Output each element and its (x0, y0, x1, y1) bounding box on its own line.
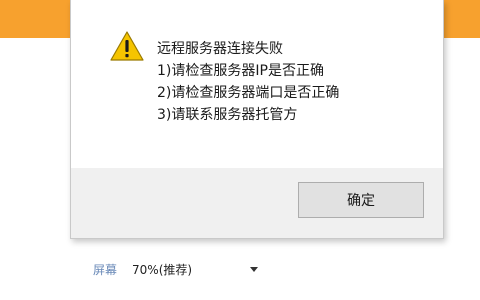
chevron-down-icon (250, 266, 259, 272)
error-message: 远程服务器连接失败 1)请检查服务器IP是否正确 2)请检查服务器端口是否正确 … (157, 38, 339, 126)
message-line: 2)请检查服务器端口是否正确 (157, 85, 340, 101)
error-dialog: 远程服务器连接失败 1)请检查服务器IP是否正确 2)请检查服务器端口是否正确 … (70, 0, 444, 239)
message-line: 1)请检查服务器IP是否正确 (157, 63, 324, 79)
screen-scale-select[interactable]: 70%(推荐) (125, 258, 266, 280)
ok-button[interactable]: 确定 (298, 182, 424, 218)
message-line: 远程服务器连接失败 (157, 41, 283, 57)
screen-setting-row: 屏幕 70%(推荐) (93, 258, 266, 280)
screen-scale-value: 70%(推荐) (132, 262, 193, 277)
dialog-footer: 确定 (71, 168, 443, 238)
screen-label: 屏幕 (93, 262, 118, 277)
message-line: 3)请联系服务器托管方 (157, 107, 298, 123)
dialog-body: 远程服务器连接失败 1)请检查服务器IP是否正确 2)请检查服务器端口是否正确 … (71, 0, 443, 168)
warning-icon (110, 31, 144, 61)
